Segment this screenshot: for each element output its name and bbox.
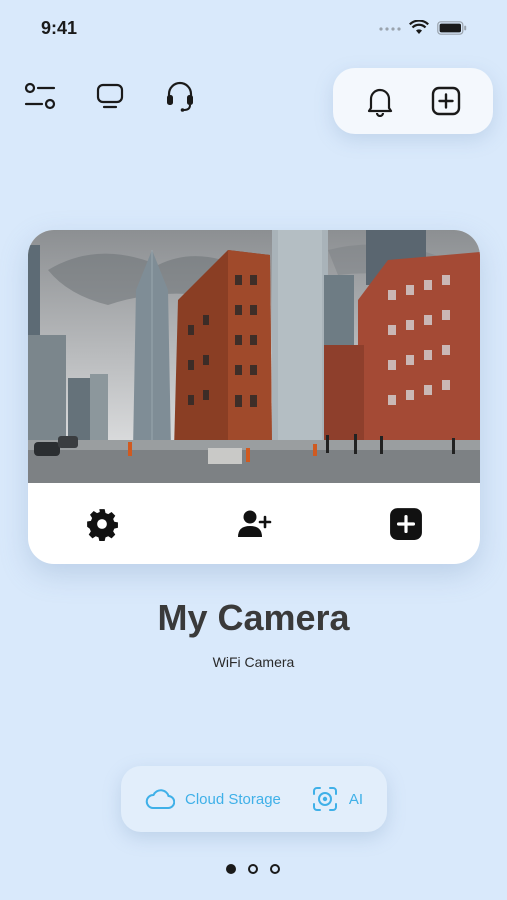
wifi-icon (409, 20, 429, 34)
share-user-button[interactable] (236, 506, 272, 542)
page-dot-2[interactable] (248, 864, 258, 874)
ai-label: AI (348, 790, 364, 808)
notifications-button[interactable] (362, 83, 398, 119)
add-device-button[interactable] (428, 83, 464, 119)
add-square-icon (390, 507, 422, 540)
page-dot-1[interactable] (226, 864, 236, 874)
ai-button[interactable]: AI (311, 785, 363, 813)
camera-settings-button[interactable] (84, 506, 120, 542)
device-name: My Camera (157, 597, 350, 638)
cloud-icon (145, 789, 175, 809)
camera-card[interactable] (28, 230, 480, 564)
support-button[interactable] (162, 78, 198, 114)
filter-settings-icon (24, 82, 56, 110)
device-type: WiFi Camera (212, 654, 295, 670)
page-indicator (226, 864, 280, 874)
cloud-storage-label: Cloud Storage (185, 790, 281, 808)
filter-settings-button[interactable] (22, 78, 58, 114)
status-icons (379, 20, 467, 35)
bell-icon (367, 88, 393, 117)
signal-icon (379, 26, 401, 31)
top-actions-pill (333, 68, 493, 134)
top-toolbar (22, 78, 198, 114)
page-dot-3[interactable] (270, 864, 280, 874)
status-bar: 9:41 (0, 0, 507, 56)
gear-icon (87, 508, 118, 541)
status-time: 9:41 (41, 18, 78, 38)
tv-icon (96, 83, 124, 109)
headset-icon (167, 81, 193, 112)
tv-button[interactable] (92, 78, 128, 114)
features-pill: Cloud Storage AI (121, 766, 387, 832)
add-user-icon (238, 510, 272, 537)
camera-card-actions (28, 483, 480, 564)
ai-scan-icon (312, 787, 337, 811)
add-square-icon (431, 86, 461, 116)
cloud-storage-button[interactable]: Cloud Storage (145, 787, 281, 811)
camera-add-button[interactable] (388, 506, 424, 542)
battery-icon (437, 20, 467, 35)
camera-preview-image[interactable] (28, 230, 480, 483)
